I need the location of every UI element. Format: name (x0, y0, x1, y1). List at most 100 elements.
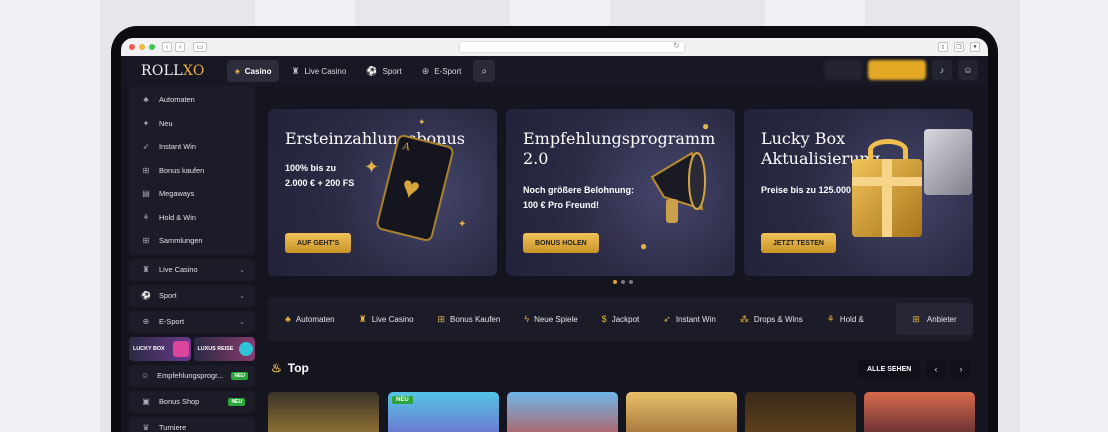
referral-icon: ☺ (141, 371, 150, 380)
lets-go-button[interactable]: AUF GEHT'S (285, 233, 352, 253)
sidebar-item-bonus-kaufen[interactable]: ⊞ Bonus kaufen (129, 159, 255, 183)
top-section-heading: ♨ Top (271, 361, 309, 375)
luxury-trip-promo[interactable]: LUXUS REISE (193, 336, 255, 361)
gamepad-icon: ⊕ (142, 317, 150, 326)
game-tile[interactable] (268, 392, 379, 432)
sidebar-item-bonus-shop[interactable]: ▣ Bonus Shop NEU (129, 390, 255, 413)
banner-lucky-box[interactable]: Lucky Box Aktualisierung Preise bis zu 12… (744, 109, 973, 276)
collections-icon: ⊞ (142, 236, 150, 246)
nav-esport[interactable]: ⊕ E-Sport (414, 60, 470, 82)
coin-icon: ● (640, 239, 648, 253)
category-live-casino[interactable]: ♜ Live Casino (359, 314, 414, 325)
get-bonus-button[interactable]: BONUS HOLEN (523, 233, 599, 253)
try-now-button[interactable]: JETZT TESTEN (761, 233, 836, 253)
carousel-dot[interactable] (629, 280, 633, 284)
providers-button[interactable]: ⊞ Anbieter (896, 303, 973, 335)
reload-icon[interactable]: ↻ (673, 41, 680, 50)
category-label: Drops & Wins (753, 314, 803, 324)
category-bonus-kaufen[interactable]: ⊞ Bonus Kaufen (438, 314, 501, 325)
category-instant-win[interactable]: ➶ Instant Win (663, 314, 716, 325)
header-account-area: ♪ ☺ (824, 60, 978, 80)
cherries-icon: ♣ (143, 95, 149, 105)
minimize-window-dot[interactable] (139, 44, 145, 50)
banner-referral-program[interactable]: Empfehlungsprogramm 2.0 Noch größere Belo… (506, 109, 735, 276)
game-tile[interactable] (507, 392, 618, 432)
sidebar-item-automaten[interactable]: ♣ Automaten (129, 88, 255, 112)
nav-label: E-Sport (434, 66, 462, 76)
close-window-dot[interactable] (129, 44, 135, 50)
sidebar-group-label: Sport (159, 291, 177, 300)
lucky-box-promo[interactable]: LUCKY BOX (129, 336, 191, 361)
game-tile[interactable]: NEU (388, 392, 499, 432)
bell-icon: ♪ (939, 65, 945, 75)
sparkle-icon: ✦ (458, 219, 467, 230)
chevron-right-icon: › (959, 364, 963, 374)
hold-win-icon: ⚘ (142, 212, 150, 222)
sidebar-item-label: Neu (159, 118, 173, 128)
category-label: Instant Win (675, 314, 716, 324)
sidebar-item-sammlungen[interactable]: ⊞ Sammlungen (129, 229, 255, 253)
sidebar-item-label: Sammlungen (159, 236, 203, 246)
nav-sport[interactable]: ⚽ Sport (358, 60, 409, 82)
rollxo-logo[interactable]: ROLLXO (141, 63, 227, 79)
banner-title-line: 2.0 (523, 149, 549, 168)
nav-live-casino[interactable]: ♜ Live Casino (283, 60, 354, 82)
sidebar-item-label: Empfehlungsprogr... (157, 371, 224, 380)
card-letter-glyph: A (401, 140, 412, 154)
balance-display[interactable] (824, 60, 862, 80)
sidebar-toggle-icon[interactable]: ▭ (193, 42, 207, 52)
globe-icon (239, 341, 253, 356)
next-arrow-button[interactable]: › (951, 359, 971, 379)
category-drops-wins[interactable]: ⁂ Drops & Wins (740, 314, 803, 325)
sidebar-item-label: Megaways (159, 189, 195, 199)
silver-gift-illustration (924, 129, 972, 195)
nav-casino[interactable]: ♠ Casino (227, 60, 280, 82)
profile-button[interactable]: ☺ (958, 60, 978, 80)
back-icon[interactable]: ‹ (162, 42, 172, 52)
browser-actions: ⇧ ❐ ● (938, 42, 980, 52)
hold-win-icon: ⚘ (826, 313, 835, 324)
heart-icon: ♥ (398, 170, 424, 207)
sidebar-group-esport[interactable]: ⊕ E-Sport ⌄ (129, 310, 255, 333)
carousel-dot[interactable] (613, 280, 617, 284)
game-tile[interactable] (745, 392, 856, 432)
gold-gift-illustration (852, 159, 922, 237)
category-jackpot[interactable]: $ Jackpot (602, 314, 640, 324)
deposit-button[interactable] (868, 60, 926, 80)
category-automaten[interactable]: ♣ Automaten (285, 314, 335, 324)
maximize-window-dot[interactable] (149, 44, 155, 50)
sidebar-item-instant-win[interactable]: ➶ Instant Win (129, 135, 255, 159)
sidebar-item-turniere[interactable]: ♛ Turniere (129, 416, 255, 432)
download-icon[interactable]: ● (970, 42, 980, 52)
sidebar-item-megaways[interactable]: ▤ Megaways (129, 182, 255, 206)
forward-icon[interactable]: › (175, 42, 185, 52)
sidebar-item-referral[interactable]: ☺ Empfehlungsprogr... NEU (129, 364, 255, 387)
category-neue-spiele[interactable]: ϟ Neue Spiele (524, 314, 577, 324)
sidebar-group-live-casino[interactable]: ♜ Live Casino ⌄ (129, 258, 255, 281)
sidebar-item-label: Hold & Win (159, 212, 196, 222)
see-all-button[interactable]: ALLE SEHEN (858, 359, 921, 379)
share-icon[interactable]: ⇧ (938, 42, 948, 52)
sidebar-group-sport[interactable]: ⚽ Sport ⌄ (129, 284, 255, 307)
shop-icon: ▣ (142, 397, 150, 406)
game-tile[interactable] (626, 392, 737, 432)
address-bar[interactable]: ↻ (459, 41, 685, 53)
banner-first-deposit-bonus[interactable]: Ersteinzahlungsbonus 100% bis zu 2.000 € … (268, 109, 497, 276)
ribbon-horizontal (852, 177, 922, 186)
sidebar-item-hold-win[interactable]: ⚘ Hold & Win (129, 206, 255, 230)
category-label: Live Casino (371, 314, 414, 324)
category-label: Jackpot (611, 314, 640, 324)
prev-arrow-button[interactable]: ‹ (926, 359, 946, 379)
tabs-icon[interactable]: ❐ (954, 42, 964, 52)
chevron-down-icon: ⌄ (239, 266, 245, 274)
category-bar: ♣ Automaten ♜ Live Casino ⊞ Bonus Kaufen ϟN… (268, 297, 973, 341)
chevron-down-icon: ⌄ (239, 292, 245, 300)
logo-accent-text: XO (182, 63, 205, 79)
notifications-button[interactable]: ♪ (932, 60, 952, 80)
sidebar-item-neu[interactable]: ✦ Neu (129, 112, 255, 136)
game-tile[interactable] (864, 392, 975, 432)
category-label: Neue Spiele (534, 314, 578, 324)
carousel-dot[interactable] (621, 280, 625, 284)
sidebar-item-label: Automaten (159, 95, 195, 105)
search-button[interactable]: ⌕ (473, 60, 496, 82)
